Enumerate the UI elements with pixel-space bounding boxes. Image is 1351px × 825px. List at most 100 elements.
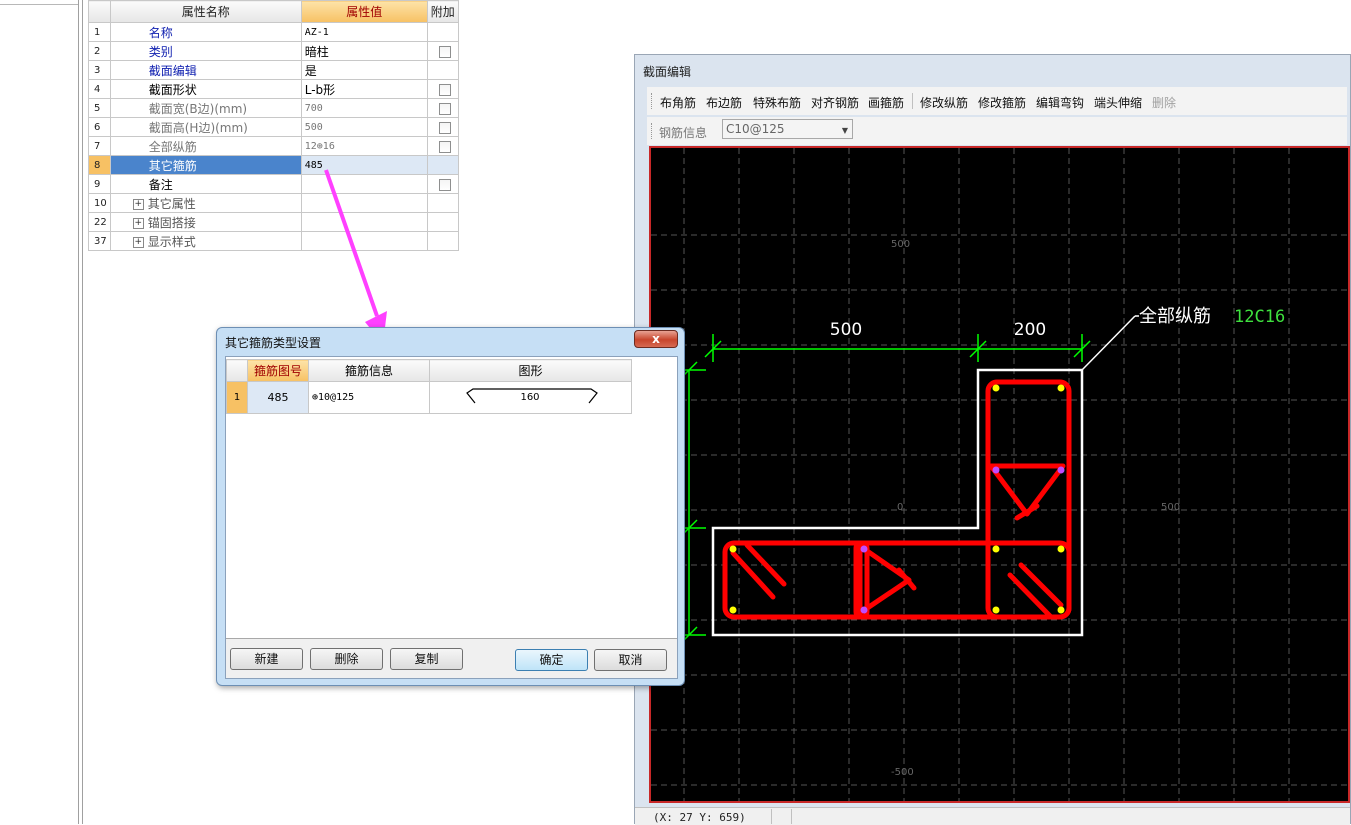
row-number: 7 xyxy=(88,136,111,156)
expand-icon[interactable]: + xyxy=(132,236,144,248)
left-panel-border[interactable] xyxy=(78,0,79,824)
delete-button[interactable]: 删除 xyxy=(1152,94,1176,111)
property-value[interactable]: 500 xyxy=(300,117,428,137)
extra-cell xyxy=(426,193,459,213)
stirrup-info-header[interactable]: 箍筋信息 xyxy=(308,359,430,382)
extra-cell xyxy=(426,41,459,61)
toolbar-separator xyxy=(912,93,913,109)
expand-icon[interactable]: + xyxy=(132,217,144,229)
extra-checkbox[interactable] xyxy=(438,83,451,96)
property-name: 全部纵筋 xyxy=(109,136,302,156)
left-panel xyxy=(0,0,86,824)
modify-stirrup-button[interactable]: 修改箍筋 xyxy=(978,94,1026,111)
table-row[interactable]: 1 485 ⊕10@125 160 xyxy=(226,381,632,414)
drawing-canvas[interactable]: 500 0 500 -500 500 200 全部纵筋 12C16 xyxy=(649,146,1350,803)
align-bars-button[interactable]: 对齐钢筋 xyxy=(811,94,859,111)
extra-cell xyxy=(426,60,459,80)
chevron-down-icon[interactable]: ▼ xyxy=(842,126,848,135)
extra-checkbox[interactable] xyxy=(438,121,451,134)
property-value[interactable]: 12⊕16 xyxy=(300,136,428,156)
stirrups[interactable] xyxy=(722,379,1072,620)
annotation-leader xyxy=(1081,315,1136,371)
cancel-button[interactable]: 取消 xyxy=(594,649,667,671)
left-panel-divider xyxy=(0,4,78,5)
row-number: 8 xyxy=(88,155,111,175)
section-drawing[interactable]: 500 0 500 -500 500 200 全部纵筋 12C16 xyxy=(651,148,1348,801)
property-row-longitudinal-bars[interactable]: 7 全部纵筋 12⊕16 xyxy=(88,136,459,156)
property-value[interactable] xyxy=(300,174,428,194)
property-value[interactable]: AZ-1 xyxy=(300,22,428,42)
status-separator xyxy=(771,809,772,824)
copy-button[interactable]: 复制 xyxy=(390,648,463,670)
property-group-display[interactable]: 37 + 显示样式 xyxy=(88,231,459,251)
shape-length: 160 xyxy=(520,392,539,403)
special-bars-button[interactable]: 特殊布筋 xyxy=(753,94,801,111)
property-group-other[interactable]: 10 + 其它属性 xyxy=(88,193,459,213)
property-row-section-width[interactable]: 5 截面宽(B边)(mm) 700 xyxy=(88,98,459,118)
property-name: 其它箍筋 xyxy=(109,155,302,175)
property-group-anchorage[interactable]: 22 + 锚固搭接 xyxy=(88,212,459,232)
property-value[interactable]: 是 xyxy=(300,60,428,80)
place-corner-bars-button[interactable]: 布角筋 xyxy=(660,94,696,111)
place-side-bars-button[interactable]: 布边筋 xyxy=(706,94,742,111)
property-value xyxy=(300,212,428,232)
property-value[interactable]: L-b形 xyxy=(300,79,428,99)
property-row-section-edit[interactable]: 3 截面编辑 是 xyxy=(88,60,459,80)
stirrup-code[interactable]: 485 xyxy=(247,381,309,414)
property-extra-header[interactable]: 附加 xyxy=(426,0,459,23)
extra-checkbox[interactable] xyxy=(438,178,451,191)
property-name: 名称 xyxy=(109,22,302,42)
stirrup-shape-icon: 160 xyxy=(466,388,598,404)
property-value[interactable]: 700 xyxy=(300,98,428,118)
property-row-other-stirrups[interactable]: 8 其它箍筋 485 xyxy=(88,155,459,175)
property-value[interactable]: 485 xyxy=(300,155,428,175)
stirrup-code-header[interactable]: 箍筋图号 xyxy=(247,359,309,382)
axis-label-center: 0 xyxy=(897,502,903,513)
property-row-section-shape[interactable]: 4 截面形状 L-b形 xyxy=(88,79,459,99)
group-name[interactable]: + 锚固搭接 xyxy=(109,212,302,232)
property-name: 截面编辑 xyxy=(109,60,302,80)
group-name[interactable]: + 显示样式 xyxy=(109,231,302,251)
rebar-info-select[interactable]: C10@125 ▼ xyxy=(722,119,853,139)
group-label: 锚固搭接 xyxy=(147,215,196,230)
extra-cell xyxy=(426,212,459,232)
group-name[interactable]: + 其它属性 xyxy=(109,193,302,213)
property-row-name[interactable]: 1 名称 AZ-1 xyxy=(88,22,459,42)
property-value-header[interactable]: 属性值 xyxy=(300,0,428,23)
extra-checkbox[interactable] xyxy=(438,140,451,153)
expand-icon[interactable]: + xyxy=(132,198,144,210)
row-number: 1 xyxy=(88,22,111,42)
axis-label-top: 500 xyxy=(891,239,910,250)
property-name-header[interactable]: 属性名称 xyxy=(109,0,302,23)
toolbar-grip[interactable] xyxy=(651,93,655,109)
rebar-info-value: C10@125 xyxy=(726,122,785,136)
rebar-info-label: 钢筋信息 xyxy=(659,126,708,140)
left-panel-splitter[interactable] xyxy=(82,0,83,824)
property-value[interactable]: 暗柱 xyxy=(300,41,428,61)
property-name: 备注 xyxy=(109,174,302,194)
stirrup-shape-header[interactable]: 图形 xyxy=(429,359,632,382)
dimension-500: 500 xyxy=(830,320,862,340)
property-row-category[interactable]: 2 类别 暗柱 xyxy=(88,41,459,61)
new-button[interactable]: 新建 xyxy=(230,648,303,670)
property-row-section-height[interactable]: 6 截面高(H边)(mm) 500 xyxy=(88,117,459,137)
row-number: 22 xyxy=(88,212,111,232)
property-value xyxy=(300,231,428,251)
delete-stirrup-button[interactable]: 删除 xyxy=(310,648,383,670)
stirrup-info[interactable]: ⊕10@125 xyxy=(308,381,430,414)
end-stretch-button[interactable]: 端头伸缩 xyxy=(1094,94,1142,111)
row-number-header xyxy=(226,359,248,382)
extra-cell xyxy=(426,22,459,42)
draw-stirrup-button[interactable]: 画箍筋 xyxy=(868,94,904,111)
toolbar-grip[interactable] xyxy=(651,123,655,139)
extra-checkbox[interactable] xyxy=(438,102,451,115)
dialog-title: 其它箍筋类型设置 xyxy=(225,336,322,350)
extra-cell xyxy=(426,231,459,251)
modify-longitudinal-button[interactable]: 修改纵筋 xyxy=(920,94,968,111)
property-row-remarks[interactable]: 9 备注 xyxy=(88,174,459,194)
ok-button[interactable]: 确定 xyxy=(515,649,588,671)
edit-hook-button[interactable]: 编辑弯钩 xyxy=(1036,94,1084,111)
stirrup-shape[interactable]: 160 xyxy=(429,381,632,414)
extra-checkbox[interactable] xyxy=(438,45,451,58)
close-icon[interactable]: x xyxy=(634,330,678,348)
